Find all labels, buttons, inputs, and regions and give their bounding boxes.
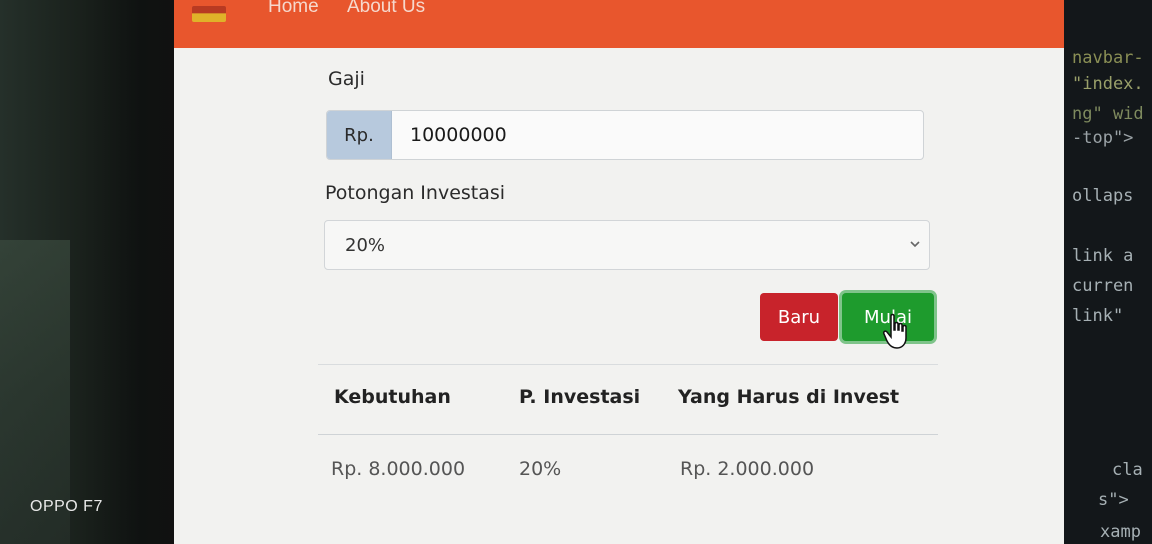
table-header-divider xyxy=(318,434,938,435)
table-header-investasi: P. Investasi xyxy=(519,386,641,408)
divider xyxy=(318,364,938,365)
chevron-down-icon xyxy=(910,241,920,248)
investasi-selected-value: 20% xyxy=(345,234,386,256)
code-line: curren xyxy=(1072,276,1134,296)
code-line: cla xyxy=(1112,460,1143,480)
code-line: link a xyxy=(1072,246,1134,266)
gaji-input-group: Rp. 10000000 xyxy=(326,110,924,160)
table-cell-invest-amount: Rp. 2.000.000 xyxy=(680,458,815,480)
investasi-select[interactable]: 20% xyxy=(324,220,930,270)
code-editor-panel: navbar- "index. ng" wid -top"> ollaps li… xyxy=(1062,0,1152,544)
code-line: navbar- xyxy=(1072,48,1144,68)
code-line: s"> xyxy=(1098,490,1129,510)
nav-link-about[interactable]: About Us xyxy=(347,0,425,18)
hand-pointer-icon xyxy=(883,313,907,349)
gaji-label: Gaji xyxy=(328,68,365,90)
table-header-kebutuhan: Kebutuhan xyxy=(334,386,451,408)
code-line: ng" wid xyxy=(1072,104,1144,124)
table-cell-investasi: 20% xyxy=(519,458,562,480)
code-line: xamp xyxy=(1100,522,1141,542)
device-bezel xyxy=(0,0,175,544)
navbar: Home About Us xyxy=(174,0,1064,48)
baru-button[interactable]: Baru xyxy=(760,293,838,341)
browser-page: Home About Us Gaji Rp. 10000000 Potongan… xyxy=(174,0,1064,544)
currency-addon: Rp. xyxy=(327,111,392,159)
brand-logo[interactable] xyxy=(192,6,226,22)
code-line: ollaps xyxy=(1072,186,1134,206)
code-line: link" xyxy=(1072,306,1124,326)
table-cell-kebutuhan: Rp. 8.000.000 xyxy=(331,458,466,480)
nav-link-home[interactable]: Home xyxy=(268,0,319,18)
code-line: "index. xyxy=(1072,74,1144,94)
table-header-invest-amount: Yang Harus di Invest xyxy=(678,386,900,408)
investasi-label: Potongan Investasi xyxy=(325,182,506,204)
gaji-input[interactable]: 10000000 xyxy=(392,111,923,159)
code-line: -top"> xyxy=(1072,128,1134,148)
camera-watermark: OPPO F7 xyxy=(30,498,103,515)
